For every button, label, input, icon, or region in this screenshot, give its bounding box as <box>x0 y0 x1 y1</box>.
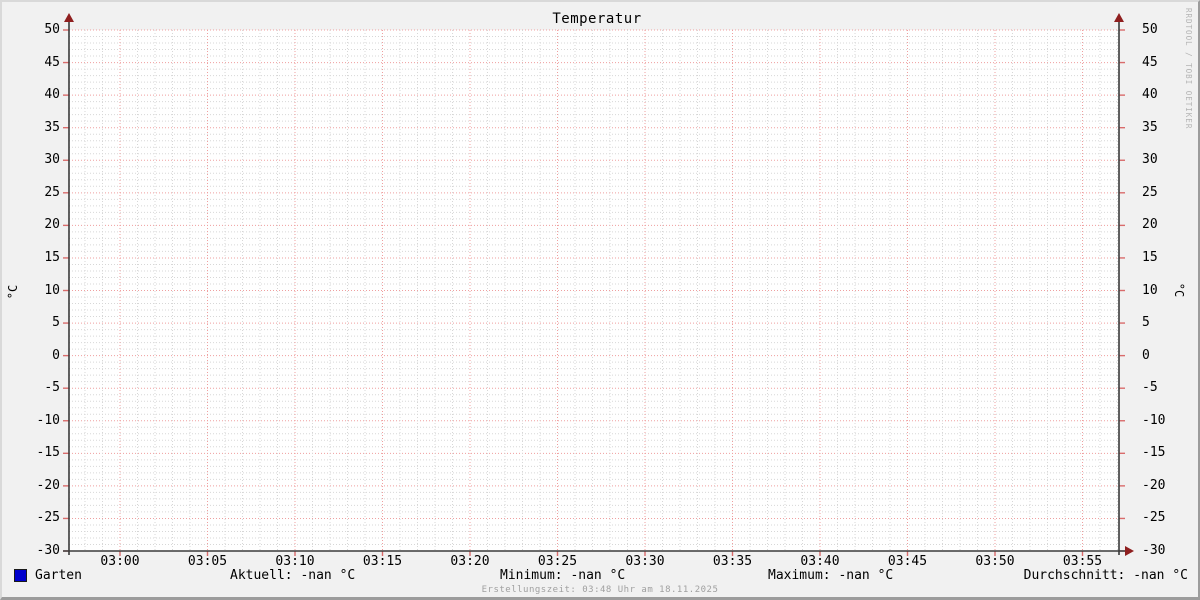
y-axis-tick-label-left: 10 <box>44 282 60 298</box>
y-axis-tick-label-right: 25 <box>1142 184 1158 200</box>
x-axis-tick-label: 03:00 <box>100 554 140 569</box>
y-axis-tick-label-left: 30 <box>44 152 60 168</box>
chart-title: Temperatur <box>552 11 642 27</box>
y-axis-tick-label-left: -20 <box>36 477 60 493</box>
x-axis-tick-label: 03:15 <box>362 554 403 569</box>
y-axis-tick-label-right: 20 <box>1142 217 1158 233</box>
y-axis-tick-label-right: 15 <box>1142 249 1158 265</box>
x-axis-tick-label: 03:35 <box>712 554 753 569</box>
y-axis-tick-label-right: -5 <box>1142 380 1158 396</box>
rrdtool-graph: Temperatur °C °C -30 -30 -25 -25 -20 -20 -15 -1… <box>0 0 1200 600</box>
y-axis-tick-label-left: -25 <box>36 510 60 526</box>
y-axis-tick-label-right: 0 <box>1142 347 1150 363</box>
legend-series-label: Garten <box>35 568 82 583</box>
x-axis-tick-label: 03:25 <box>537 554 578 569</box>
x-axis-tick-label: 03:45 <box>887 554 928 569</box>
y-axis-tick-label-right: -15 <box>1142 445 1166 461</box>
x-axis-tick-label: 03:30 <box>625 554 665 569</box>
y-axis-tick-label-left: -5 <box>44 380 60 396</box>
y-axis-tick-label-right: -25 <box>1142 510 1166 526</box>
rrdtool-watermark: RRDTOOL / TOBI OETIKER <box>1184 8 1193 130</box>
y-axis-tick-label-left: 40 <box>44 87 60 103</box>
y-axis-tick-label-right: -20 <box>1142 477 1166 493</box>
y-axis-tick-label-left: 35 <box>44 119 60 135</box>
y-axis-tick-label-right: 5 <box>1142 315 1150 331</box>
y-axis-tick-label-left: 50 <box>44 22 60 37</box>
legend-row: Garten Aktuell: -nan °C Minimum: -nan °C… <box>2 568 1198 584</box>
stat-aktuell: Aktuell: -nan °C <box>230 568 356 583</box>
stat-durchschnitt: Durchschnitt: -nan °C <box>1023 568 1188 583</box>
y-axis-tick-label-left: 45 <box>44 54 60 70</box>
y-axis-tick-label-right: 10 <box>1142 282 1158 298</box>
y-axis-tick-label-left: 15 <box>44 249 60 265</box>
y-axis-tick-label-left: 0 <box>52 347 60 363</box>
x-axis-tick-label: 03:40 <box>800 554 840 569</box>
y-axis-tick-label-left: 5 <box>52 315 60 331</box>
y-axis-tick-label-right: -10 <box>1142 412 1166 428</box>
stat-maximum: Maximum: -nan °C <box>768 568 894 583</box>
x-axis-tick-label: 03:10 <box>275 554 315 569</box>
y-axis-tick-label-left: -10 <box>36 412 60 428</box>
y-axis-tick-label-left: -15 <box>36 445 60 461</box>
creation-timestamp: Erstellungszeit: 03:48 Uhr am 18.11.2025 <box>481 585 719 595</box>
legend-swatch-blue-square-icon <box>14 569 27 582</box>
x-axis-tick-label: 03:05 <box>187 554 228 569</box>
x-axis-tick-label: 03:50 <box>975 554 1015 569</box>
y-axis-tick-label-left: 25 <box>44 184 60 200</box>
x-axis-tick-label: 03:20 <box>450 554 490 569</box>
stat-minimum: Minimum: -nan °C <box>500 568 626 583</box>
x-axis-tick-label: 03:55 <box>1062 554 1103 569</box>
y-axis-tick-label-left: -30 <box>36 543 60 558</box>
y-axis-tick-label-right: -30 <box>1142 543 1166 558</box>
y-axis-tick-label-left: 20 <box>44 217 60 233</box>
y-axis-tick-label-right: 30 <box>1142 152 1158 168</box>
chart-grid <box>63 13 1134 556</box>
